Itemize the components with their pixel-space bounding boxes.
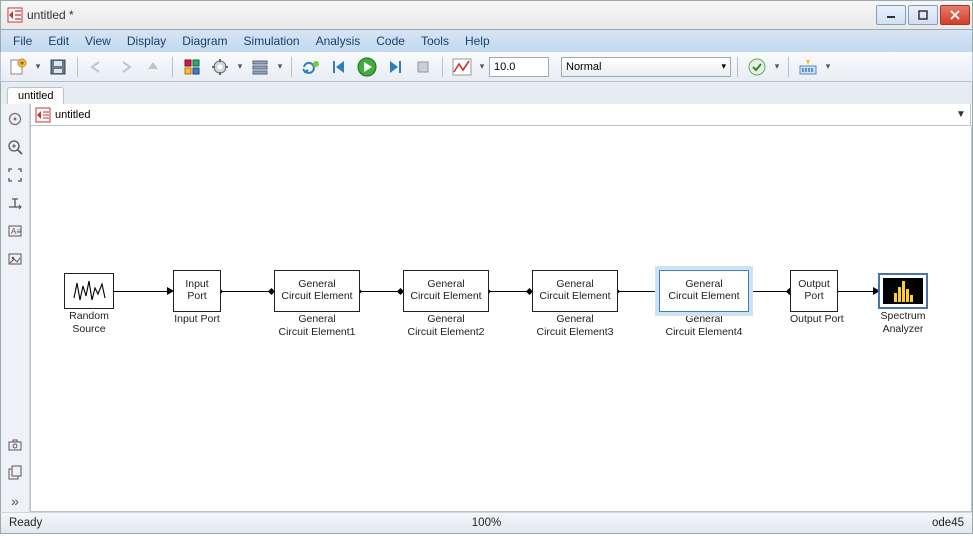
expand-button[interactable]: » [4,490,26,512]
build-button[interactable] [744,55,770,79]
app-icon [7,7,23,23]
forward-button[interactable] [112,55,138,79]
status-left: Ready [9,517,42,529]
save-button[interactable] [45,55,71,79]
menu-help[interactable]: Help [457,32,498,50]
menu-simulation[interactable]: Simulation [236,32,308,50]
step-forward-button[interactable] [382,55,408,79]
block-gce3[interactable]: GeneralCircuit Element GeneralCircuit El… [532,270,618,338]
deploy-button[interactable] [795,55,821,79]
title-bar: untitled * [0,0,973,30]
model-config-button[interactable] [207,55,233,79]
model-icon [35,107,51,123]
step-back-button[interactable] [326,55,352,79]
maximize-button[interactable] [908,5,938,25]
tab-model[interactable]: untitled [7,87,64,104]
build-dropdown[interactable]: ▾ [772,61,782,72]
library-browser-button[interactable] [179,55,205,79]
palette-bar: A≡ » [1,104,30,512]
sample-time-button[interactable] [4,192,26,214]
status-bar: Ready 100% ode45 [0,512,973,534]
menu-diagram[interactable]: Diagram [174,32,235,50]
copy-view-button[interactable] [4,462,26,484]
stop-button[interactable] [410,55,436,79]
signal-inspector-button[interactable] [449,55,475,79]
model-config-dropdown[interactable]: ▾ [235,61,245,72]
menu-edit[interactable]: Edit [40,32,77,50]
fit-to-view-button[interactable] [4,164,26,186]
status-solver: ode45 [932,517,964,529]
stop-time-input[interactable] [489,57,549,77]
menu-view[interactable]: View [77,32,119,50]
run-button[interactable] [354,55,380,79]
menu-file[interactable]: File [5,32,40,50]
update-diagram-button[interactable] [298,55,324,79]
screenshot-button[interactable] [4,434,26,456]
signal-inspector-dropdown[interactable]: ▾ [477,61,487,72]
menu-display[interactable]: Display [119,32,174,50]
block-gce1[interactable]: GeneralCircuit Element GeneralCircuit El… [274,270,360,338]
block-spectrum-analyzer[interactable]: Spectrum Analyzer [878,273,928,335]
model-explorer-dropdown[interactable]: ▾ [275,61,285,72]
svg-text:A≡: A≡ [11,227,21,236]
zoom-fit-button[interactable] [4,136,26,158]
new-model-dropdown[interactable]: ▾ [33,61,43,72]
block-gce4[interactable]: GeneralCircuit Element GeneralCircuit El… [659,270,749,338]
menu-bar: File Edit View Display Diagram Simulatio… [0,30,973,52]
back-button[interactable] [84,55,110,79]
model-explorer-button[interactable] [247,55,273,79]
block-input-port[interactable]: InputPort Input Port [173,270,221,326]
menu-code[interactable]: Code [368,32,413,50]
annotation-button[interactable]: A≡ [4,220,26,242]
hide-browser-button[interactable] [4,108,26,130]
breadcrumb-model: untitled [55,109,90,121]
simulation-mode-select[interactable]: Normal▾ [561,57,731,77]
menu-tools[interactable]: Tools [413,32,457,50]
new-model-button[interactable] [5,55,31,79]
window-title: untitled * [27,8,74,22]
canvas[interactable]: Random Source InputPort Input Port Gener… [31,126,971,511]
block-random-source[interactable]: Random Source [64,273,114,335]
breadcrumb-dropdown[interactable]: ▼ [952,109,970,120]
up-button[interactable] [140,55,166,79]
close-button[interactable] [940,5,970,25]
menu-analysis[interactable]: Analysis [308,32,369,50]
toolbar: ▾ ▾ ▾ ▾ Normal▾ ▾ ▾ [0,52,973,82]
status-zoom: 100% [472,517,501,529]
minimize-button[interactable] [876,5,906,25]
tab-strip: untitled [0,82,973,104]
block-output-port[interactable]: OutputPort Output Port [790,270,838,326]
image-button[interactable] [4,248,26,270]
block-gce2[interactable]: GeneralCircuit Element GeneralCircuit El… [403,270,489,338]
deploy-dropdown[interactable]: ▾ [823,61,833,72]
breadcrumb[interactable]: untitled [31,107,952,123]
